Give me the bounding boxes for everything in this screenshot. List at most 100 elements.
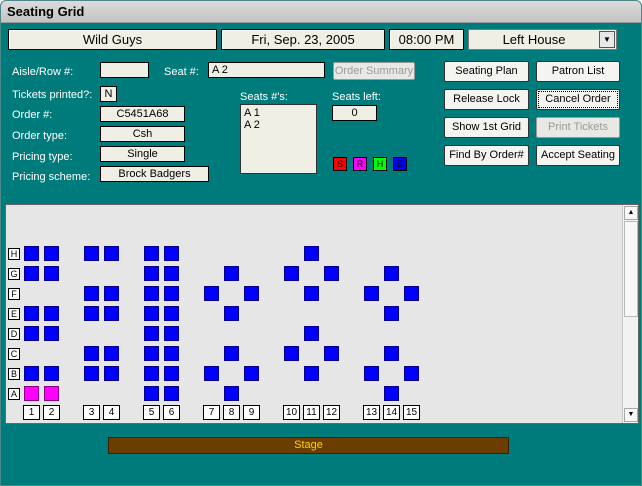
seat-h-4[interactable]	[104, 246, 119, 261]
row-label-e: E	[8, 308, 20, 320]
seat-f-4[interactable]	[104, 286, 119, 301]
seat-c-12[interactable]	[324, 346, 339, 361]
seat-f-11[interactable]	[304, 286, 319, 301]
seat-b-7[interactable]	[204, 366, 219, 381]
order-field: C5451A68	[100, 106, 185, 122]
list-item[interactable]: A 2	[244, 119, 313, 131]
column-label-11: 11	[303, 405, 320, 420]
column-label-8: 8	[223, 405, 240, 420]
show-first-grid-button[interactable]: Show 1st Grid	[444, 117, 529, 138]
seat-f-7[interactable]	[204, 286, 219, 301]
chevron-down-icon[interactable]: ▼	[599, 31, 615, 48]
column-label-5: 5	[143, 405, 160, 420]
seat-h-2[interactable]	[44, 246, 59, 261]
seat-g-6[interactable]	[164, 266, 179, 281]
accept-seating-button[interactable]: Accept Seating	[536, 145, 620, 166]
seat-g-5[interactable]	[144, 266, 159, 281]
color-key-h: H	[373, 157, 387, 171]
seat-g-2[interactable]	[44, 266, 59, 281]
seat-b-15[interactable]	[404, 366, 419, 381]
seat-d-5[interactable]	[144, 326, 159, 341]
column-label-3: 3	[83, 405, 100, 420]
seat-c-10[interactable]	[284, 346, 299, 361]
seat-g-1[interactable]	[24, 266, 39, 281]
seat-a-14[interactable]	[384, 386, 399, 401]
seat-c-14[interactable]	[384, 346, 399, 361]
seating-grid-window: Seating Grid Wild Guys Fri, Sep. 23, 200…	[0, 0, 642, 486]
seat-a-2[interactable]	[44, 386, 59, 401]
vertical-scrollbar[interactable]: ▲ ▼	[622, 205, 638, 423]
print-tickets-button[interactable]: Print Tickets	[536, 117, 620, 138]
seat-d-6[interactable]	[164, 326, 179, 341]
scroll-down-icon[interactable]: ▼	[624, 408, 638, 422]
seat-a-8[interactable]	[224, 386, 239, 401]
seat-b-2[interactable]	[44, 366, 59, 381]
column-label-9: 9	[243, 405, 260, 420]
seat-field[interactable]: A 2	[208, 62, 325, 78]
title-bar[interactable]: Seating Grid	[1, 1, 641, 23]
seat-e-2[interactable]	[44, 306, 59, 321]
seating-plan-button[interactable]: Seating Plan	[444, 61, 529, 82]
seats-list[interactable]: A 1 A 2	[240, 104, 317, 174]
seat-e-14[interactable]	[384, 306, 399, 321]
find-by-order-button[interactable]: Find By Order#	[444, 145, 529, 166]
cancel-order-button[interactable]: Cancel Order	[536, 89, 620, 110]
row-label-h: H	[8, 248, 20, 260]
seat-f-5[interactable]	[144, 286, 159, 301]
seat-f-13[interactable]	[364, 286, 379, 301]
seat-a-5[interactable]	[144, 386, 159, 401]
list-item[interactable]: A 1	[244, 107, 313, 119]
seat-c-4[interactable]	[104, 346, 119, 361]
seat-f-15[interactable]	[404, 286, 419, 301]
aisle-row-field[interactable]	[100, 62, 149, 78]
seat-h-6[interactable]	[164, 246, 179, 261]
seat-b-13[interactable]	[364, 366, 379, 381]
section-dropdown[interactable]: Left House ▼	[468, 29, 617, 50]
seat-g-12[interactable]	[324, 266, 339, 281]
seat-a-1[interactable]	[24, 386, 39, 401]
seat-g-10[interactable]	[284, 266, 299, 281]
seat-c-5[interactable]	[144, 346, 159, 361]
column-label-14: 14	[383, 405, 400, 420]
seat-e-5[interactable]	[144, 306, 159, 321]
seats-left-label: Seats left:	[332, 91, 381, 103]
seat-e-4[interactable]	[104, 306, 119, 321]
seat-c-3[interactable]	[84, 346, 99, 361]
scroll-up-icon[interactable]: ▲	[624, 206, 638, 220]
seat-e-6[interactable]	[164, 306, 179, 321]
seat-h-11[interactable]	[304, 246, 319, 261]
seat-f-6[interactable]	[164, 286, 179, 301]
seat-e-8[interactable]	[224, 306, 239, 321]
seat-d-11[interactable]	[304, 326, 319, 341]
seat-b-3[interactable]	[84, 366, 99, 381]
seat-h-1[interactable]	[24, 246, 39, 261]
release-lock-button[interactable]: Release Lock	[444, 89, 529, 110]
seat-b-9[interactable]	[244, 366, 259, 381]
row-label-b: B	[8, 368, 20, 380]
seat-e-1[interactable]	[24, 306, 39, 321]
row-label-d: D	[8, 328, 20, 340]
seat-e-3[interactable]	[84, 306, 99, 321]
seat-b-1[interactable]	[24, 366, 39, 381]
seat-f-9[interactable]	[244, 286, 259, 301]
seat-c-8[interactable]	[224, 346, 239, 361]
seat-h-3[interactable]	[84, 246, 99, 261]
seat-d-2[interactable]	[44, 326, 59, 341]
seat-b-4[interactable]	[104, 366, 119, 381]
seat-b-11[interactable]	[304, 366, 319, 381]
seat-f-3[interactable]	[84, 286, 99, 301]
scroll-thumb[interactable]	[624, 221, 638, 317]
seat-h-5[interactable]	[144, 246, 159, 261]
seat-g-14[interactable]	[384, 266, 399, 281]
seat-d-1[interactable]	[24, 326, 39, 341]
order-summary-button[interactable]: Order Summary	[333, 62, 415, 80]
seat-a-6[interactable]	[164, 386, 179, 401]
seat-b-5[interactable]	[144, 366, 159, 381]
column-label-12: 12	[323, 405, 340, 420]
seat-c-6[interactable]	[164, 346, 179, 361]
seat-g-8[interactable]	[224, 266, 239, 281]
seat-b-6[interactable]	[164, 366, 179, 381]
patron-list-button[interactable]: Patron List	[536, 61, 620, 82]
column-label-2: 2	[43, 405, 60, 420]
column-label-15: 15	[403, 405, 420, 420]
